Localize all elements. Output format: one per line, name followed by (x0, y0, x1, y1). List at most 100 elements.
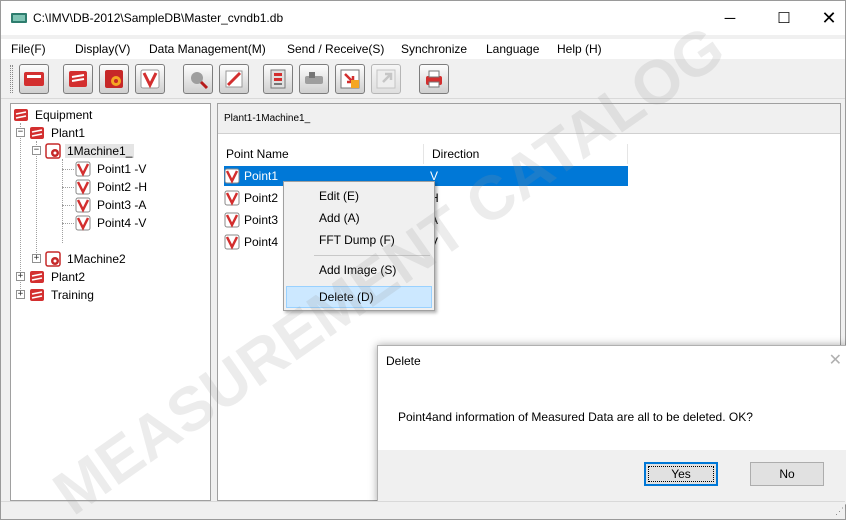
toolbar-grip[interactable] (10, 65, 13, 93)
tree-node-point3[interactable]: Point3 -A (75, 196, 148, 214)
menu-item-edit[interactable]: Edit (E) (286, 185, 432, 207)
menu-item-add[interactable]: Add (A) (286, 207, 432, 229)
search-data-button[interactable] (183, 64, 213, 94)
point-icon (224, 190, 240, 206)
measurement-point-button[interactable] (135, 64, 165, 94)
tree-node-plant2[interactable]: Plant2 (29, 268, 87, 286)
focus-rect (648, 466, 714, 482)
tree-node-label: Point2 -H (97, 180, 148, 194)
dialog-footer: Yes No (378, 450, 846, 504)
tree-node-label: 1Machine1_ (65, 144, 135, 158)
app-icon (11, 13, 27, 23)
menu-help[interactable]: Help (H) (557, 42, 602, 56)
import-button[interactable] (335, 64, 365, 94)
menu-send-receive[interactable]: Send / Receive(S) (287, 42, 384, 56)
plant-icon (30, 127, 44, 139)
point-icon (75, 179, 91, 195)
open-database-icon (24, 72, 44, 86)
tree-node-label: Point3 -A (97, 198, 147, 212)
collapse-plant1-toggle[interactable]: − (16, 128, 25, 137)
point-name-cell: Point3 (244, 213, 279, 227)
equipment-tree[interactable]: Equipment − Plant1 − 1Machine1_ Point1 -… (10, 103, 211, 501)
tree-node-label: 1Machine2 (67, 252, 126, 266)
menu-file[interactable]: File(F) (11, 42, 46, 56)
data-transfer-icon (270, 69, 286, 89)
context-menu: Edit (E) Add (A) FFT Dump (F) Add Image … (283, 181, 435, 311)
point-icon (75, 197, 91, 213)
machine-settings-button[interactable] (99, 64, 129, 94)
tree-node-label: Point4 -V (97, 216, 147, 230)
menu-display[interactable]: Display(V) (75, 42, 130, 56)
tree-node-label: Point1 -V (97, 162, 147, 176)
export-icon (376, 69, 396, 89)
point-name-cell: Point4 (244, 235, 279, 249)
menu-bar: File(F) Display(V) Data Management(M) Se… (1, 39, 845, 59)
point-name-cell: Point1 (244, 169, 279, 183)
equipment-button[interactable] (63, 64, 93, 94)
tree-node-1machine1[interactable]: 1Machine1_ (45, 142, 135, 160)
breadcrumb: Plant1-1Machine1_ (224, 113, 311, 124)
menu-synchronize[interactable]: Synchronize (401, 42, 467, 56)
dialog-message: Point4and information of Measured Data a… (398, 410, 753, 424)
yes-button[interactable]: Yes (644, 462, 718, 486)
no-button[interactable]: No (750, 462, 824, 486)
tree-node-point4[interactable]: Point4 -V (75, 214, 148, 232)
tree-node-training[interactable]: Training (29, 286, 96, 304)
import-icon (340, 69, 360, 89)
tree-connector (62, 159, 63, 243)
column-header-point-name[interactable]: Point Name (218, 144, 424, 164)
tree-node-label: Plant2 (51, 270, 86, 284)
point-icon (224, 212, 240, 228)
menu-item-add-image[interactable]: Add Image (S) (286, 259, 432, 281)
window-title: C:\IMV\DB-2012\SampleDB\Master_cvndb1.db (33, 11, 284, 25)
column-header-direction[interactable]: Direction (424, 144, 628, 164)
maximize-button[interactable]: ☐ (761, 1, 807, 35)
dialog-close-button[interactable]: ✕ (829, 350, 842, 370)
tree-connector (36, 141, 37, 261)
breadcrumb-box: Plant1-1Machine1_ (218, 104, 840, 134)
pen-edit-icon (225, 70, 243, 88)
tree-node-label: Plant1 (51, 126, 86, 140)
toolbar (1, 59, 845, 99)
tree-node-equipment[interactable]: Equipment (13, 106, 94, 124)
application-window: C:\IMV\DB-2012\SampleDB\Master_cvndb1.db… (0, 0, 846, 520)
machine-settings-icon (105, 70, 123, 88)
sensor-button[interactable] (299, 64, 329, 94)
delete-dialog: Delete ✕ Point4and information of Measur… (377, 345, 846, 505)
machine-icon (45, 143, 61, 159)
tree-connector (62, 169, 74, 170)
expand-plant2-toggle[interactable]: + (16, 272, 25, 281)
tree-node-label: Equipment (35, 108, 93, 122)
tree-node-point2[interactable]: Point2 -H (75, 178, 149, 196)
point-icon (224, 234, 240, 250)
point-name-cell: Point2 (244, 191, 279, 205)
expand-training-toggle[interactable]: + (16, 290, 25, 299)
close-button[interactable]: ✕ (806, 1, 846, 35)
search-data-icon (191, 72, 209, 90)
tree-node-plant1[interactable]: Plant1 (29, 124, 87, 142)
title-bar: C:\IMV\DB-2012\SampleDB\Master_cvndb1.db… (1, 1, 845, 35)
open-database-button[interactable] (19, 64, 49, 94)
resize-grip-icon[interactable]: ⋰ (835, 506, 844, 517)
print-icon (426, 70, 442, 88)
point-icon (75, 215, 91, 231)
menu-item-delete[interactable]: Delete (D) (286, 286, 432, 308)
export-button[interactable] (371, 64, 401, 94)
sensor-icon (305, 72, 323, 84)
expand-machine2-toggle[interactable]: + (32, 254, 41, 263)
tree-node-point1[interactable]: Point1 -V (75, 160, 148, 178)
print-button[interactable] (419, 64, 449, 94)
data-transfer-button[interactable] (263, 64, 293, 94)
menu-language[interactable]: Language (486, 42, 539, 56)
tree-connector (62, 205, 74, 206)
equipment-icon (69, 71, 87, 87)
menu-data-management[interactable]: Data Management(M) (149, 42, 266, 56)
pen-edit-button[interactable] (219, 64, 249, 94)
equipment-root-icon (14, 109, 28, 121)
menu-item-fft-dump[interactable]: FFT Dump (F) (286, 229, 432, 251)
point-icon (224, 168, 240, 184)
tree-connector (62, 223, 74, 224)
collapse-machine1-toggle[interactable]: − (32, 146, 41, 155)
tree-node-1machine2[interactable]: 1Machine2 (45, 250, 128, 268)
minimize-button[interactable]: ─ (707, 1, 753, 35)
